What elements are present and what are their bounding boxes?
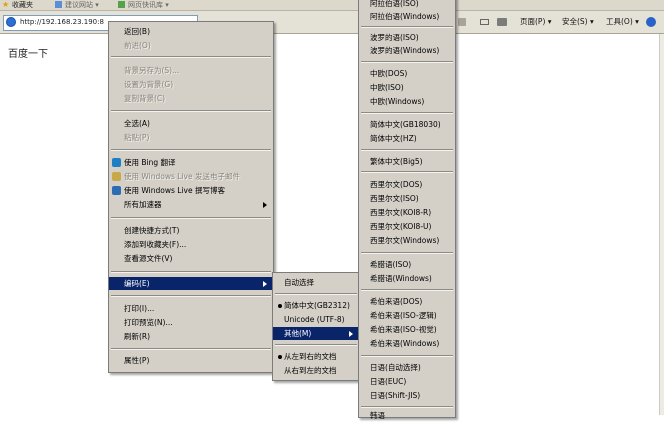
- print-icon[interactable]: [497, 18, 507, 26]
- rss-icon[interactable]: [458, 18, 466, 26]
- menu-separator: [111, 217, 271, 219]
- encoding-ltr[interactable]: 从左到右的文档: [273, 350, 359, 363]
- enc-arabic-iso[interactable]: 阿拉伯语(ISO): [359, 0, 455, 10]
- favorites-button[interactable]: 收藏夹: [12, 0, 33, 10]
- enc-hebrew-dos[interactable]: 希伯来语(DOS): [359, 295, 455, 308]
- menu-all-accelerators[interactable]: 所有加速器: [109, 198, 273, 211]
- enc-greek-windows[interactable]: 希腊语(Windows): [359, 272, 455, 285]
- menu-print[interactable]: 打印(I)...: [109, 302, 273, 315]
- suggested-sites-icon: [55, 1, 62, 8]
- enc-hebrew-iso-logical[interactable]: 希伯来语(ISO-逻辑): [359, 309, 455, 322]
- radio-selected-icon: [278, 355, 282, 359]
- enc-gb18030[interactable]: 简体中文(GB18030): [359, 118, 455, 131]
- email-icon: [112, 172, 121, 181]
- menu-bing-translate[interactable]: 使用 Bing 翻译: [109, 156, 273, 169]
- menu-select-all[interactable]: 全选(A): [109, 117, 273, 130]
- encoding-other[interactable]: 其他(M): [273, 327, 359, 340]
- favorites-bar: ★ 收藏夹 建议网站 ▾ 网页快讯库 ▾: [0, 0, 664, 11]
- menu-separator: [275, 293, 357, 295]
- tools-menu[interactable]: 工具(O) ▾: [606, 16, 639, 28]
- enc-hebrew-iso-visual[interactable]: 希伯来语(ISO-视觉): [359, 323, 455, 336]
- menu-properties[interactable]: 属性(P): [109, 354, 273, 367]
- enc-japanese-auto[interactable]: 日语(自动选择): [359, 361, 455, 374]
- menu-live-email: 使用 Windows Live 发送电子邮件: [109, 170, 273, 183]
- menu-separator: [111, 295, 271, 297]
- enc-korean[interactable]: 韩语: [359, 409, 455, 422]
- menu-create-shortcut[interactable]: 创建快捷方式(T): [109, 224, 273, 237]
- context-menu: 返回(B) 前进(O) 背景另存为(S)... 设置为背景(G) 复制背景(C)…: [108, 21, 274, 373]
- enc-baltic-iso[interactable]: 波罗的语(ISO): [359, 31, 455, 44]
- enc-cyrillic-koi8u[interactable]: 西里尔文(KOI8-U): [359, 220, 455, 233]
- encoding-submenu: 自动选择 简体中文(GB2312) Unicode (UTF-8) 其他(M) …: [272, 272, 360, 381]
- page-text: 百度一下: [8, 49, 48, 60]
- enc-central-europe-windows[interactable]: 中欧(Windows): [359, 95, 455, 108]
- menu-live-blog[interactable]: 使用 Windows Live 撰写博客: [109, 184, 273, 197]
- menu-separator: [111, 271, 271, 273]
- bing-icon: [112, 158, 121, 167]
- menu-separator: [361, 171, 453, 173]
- menu-separator: [111, 56, 271, 58]
- enc-cyrillic-iso[interactable]: 西里尔文(ISO): [359, 192, 455, 205]
- menu-save-background: 背景另存为(S)...: [124, 66, 180, 75]
- enc-arabic-windows[interactable]: 阿拉伯语(Windows): [359, 10, 455, 23]
- menu-separator: [361, 406, 453, 408]
- menu-set-background: 设置为背景(G): [124, 80, 174, 89]
- encoding-gb2312[interactable]: 简体中文(GB2312): [273, 299, 359, 312]
- menu-paste: 粘贴(P): [124, 133, 150, 142]
- enc-cyrillic-dos[interactable]: 西里尔文(DOS): [359, 178, 455, 191]
- other-encodings-submenu: 阿拉伯语(ISO) 阿拉伯语(Windows) 波罗的语(ISO) 波罗的语(W…: [358, 0, 456, 420]
- enc-japanese-euc[interactable]: 日语(EUC): [359, 375, 455, 388]
- menu-print-preview[interactable]: 打印预览(N)...: [109, 316, 273, 329]
- menu-separator: [361, 112, 453, 114]
- enc-hebrew-windows[interactable]: 希伯来语(Windows): [359, 337, 455, 350]
- enc-greek-iso[interactable]: 希腊语(ISO): [359, 258, 455, 271]
- enc-japanese-shiftjis[interactable]: 日语(Shift-JIS): [359, 389, 455, 402]
- menu-add-favorites[interactable]: 添加到收藏夹(F)...: [109, 238, 273, 251]
- submenu-arrow-icon: [263, 202, 267, 208]
- address-url: http://192.168.23.190:8: [20, 18, 104, 26]
- encoding-utf8[interactable]: Unicode (UTF-8): [273, 313, 359, 326]
- encoding-auto-select[interactable]: 自动选择: [273, 276, 359, 289]
- menu-separator: [361, 289, 453, 291]
- radio-selected-icon: [278, 304, 282, 308]
- menu-separator: [111, 149, 271, 151]
- vertical-scrollbar[interactable]: [659, 34, 664, 415]
- encoding-rtl[interactable]: 从右到左的文档: [273, 364, 359, 377]
- enc-cyrillic-koi8r[interactable]: 西里尔文(KOI8-R): [359, 206, 455, 219]
- menu-encoding[interactable]: 编码(E): [109, 277, 273, 290]
- page-menu[interactable]: 页面(P) ▾: [520, 16, 552, 28]
- submenu-arrow-icon: [263, 281, 267, 287]
- enc-big5[interactable]: 繁体中文(Big5): [359, 155, 455, 168]
- menu-separator: [361, 149, 453, 151]
- web-slice-gallery-link[interactable]: 网页快讯库 ▾: [128, 0, 169, 10]
- safety-menu[interactable]: 安全(S) ▾: [562, 16, 594, 28]
- enc-central-europe-iso[interactable]: 中欧(ISO): [359, 81, 455, 94]
- blog-icon: [112, 186, 121, 195]
- menu-copy-background: 复制背景(C): [124, 94, 166, 103]
- menu-separator: [111, 348, 271, 350]
- menu-separator: [275, 344, 357, 346]
- suggested-sites-link[interactable]: 建议网站 ▾: [65, 0, 99, 10]
- enc-hz[interactable]: 简体中文(HZ): [359, 132, 455, 145]
- menu-separator: [361, 26, 453, 28]
- ie-page-icon: [6, 17, 16, 27]
- submenu-arrow-icon: [349, 331, 353, 337]
- enc-baltic-windows[interactable]: 波罗的语(Windows): [359, 44, 455, 57]
- favorites-star-icon[interactable]: ★: [2, 1, 10, 9]
- read-mail-icon[interactable]: [480, 19, 489, 25]
- menu-separator: [361, 252, 453, 254]
- menu-separator: [111, 110, 271, 112]
- menu-separator: [361, 61, 453, 63]
- menu-refresh[interactable]: 刷新(R): [109, 330, 273, 343]
- enc-central-europe-dos[interactable]: 中欧(DOS): [359, 67, 455, 80]
- enc-cyrillic-windows[interactable]: 西里尔文(Windows): [359, 234, 455, 247]
- menu-forward: 前进(O): [124, 41, 151, 50]
- menu-back[interactable]: 返回(B): [109, 25, 273, 38]
- menu-separator: [361, 355, 453, 357]
- help-icon[interactable]: [646, 17, 656, 27]
- web-slice-icon: [118, 1, 125, 8]
- menu-view-source[interactable]: 查看源文件(V): [109, 252, 273, 265]
